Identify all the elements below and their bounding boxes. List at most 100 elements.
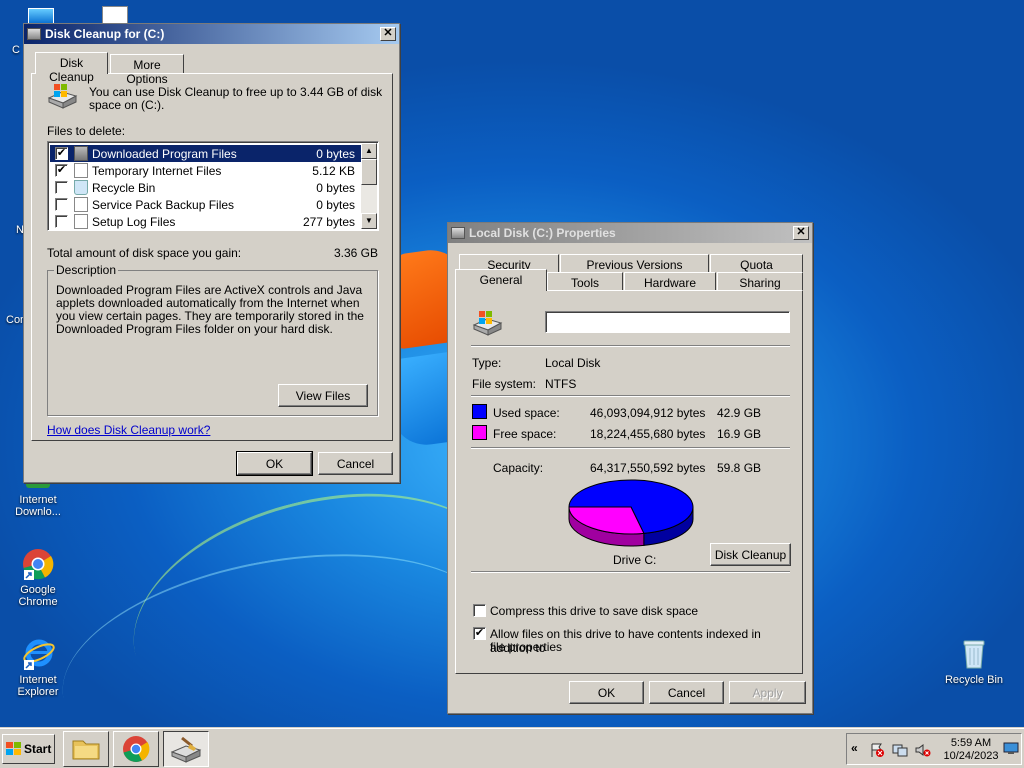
taskbar-chrome-button[interactable]: [113, 731, 159, 767]
desktop-icon-label: Explorer: [17, 686, 59, 698]
cancel-button[interactable]: Cancel: [318, 452, 393, 475]
dialog-title: Disk Cleanup for (C:): [45, 27, 165, 41]
separator: [471, 345, 790, 347]
document-icon: [74, 214, 88, 229]
desktop-icon-recycle-bin[interactable]: Recycle Bin: [936, 636, 1012, 686]
file-name: Setup Log Files: [92, 215, 176, 229]
desktop-icon-google-chrome[interactable]: Google Chrome: [0, 546, 76, 608]
file-name: Temporary Internet Files: [92, 164, 222, 178]
desktop-icon-label: Internet: [19, 674, 57, 686]
start-button[interactable]: Start: [2, 734, 55, 764]
files-listbox[interactable]: ✔ Downloaded Program Files 0 bytes ✔ Tem…: [47, 141, 379, 231]
list-item[interactable]: Setup Log Files 277 bytes: [50, 213, 361, 230]
apply-button[interactable]: Apply: [729, 681, 806, 704]
description-groupbox: Description Downloaded Program Files are…: [47, 263, 378, 416]
cancel-button[interactable]: Cancel: [649, 681, 724, 704]
tab-previous-versions[interactable]: Previous Versions: [560, 254, 709, 272]
volume-muted-icon[interactable]: [915, 742, 931, 758]
compress-label: Compress this drive to save disk space: [490, 604, 699, 618]
clock-date: 10/24/2023: [943, 750, 999, 762]
list-item[interactable]: Recycle Bin 0 bytes: [50, 179, 361, 196]
file-checkbox[interactable]: ✔: [55, 164, 68, 177]
show-desktop-icon[interactable]: [1003, 740, 1019, 756]
list-scrollbar[interactable]: ▲ ▼: [361, 143, 377, 229]
recycle-bin-icon: [956, 636, 992, 672]
view-files-button[interactable]: View Files: [278, 384, 368, 407]
file-checkbox[interactable]: [55, 181, 68, 194]
disk-cleanup-titlebar[interactable]: Disk Cleanup for (C:) ✕: [24, 24, 399, 44]
tab-label: General: [479, 273, 523, 287]
list-item[interactable]: ✔ Temporary Internet Files 5.12 KB: [50, 162, 361, 179]
type-label: Type:: [472, 356, 502, 370]
start-label: Start: [24, 742, 52, 756]
list-item[interactable]: Service Pack Backup Files 0 bytes: [50, 196, 361, 213]
drive-icon: [471, 309, 503, 337]
free-space-label: Free space:: [493, 427, 557, 441]
total-gain-label: Total amount of disk space you gain:: [47, 246, 242, 260]
close-button[interactable]: ✕: [793, 226, 809, 240]
close-button[interactable]: ✕: [380, 27, 396, 41]
network-icon[interactable]: [892, 742, 908, 758]
windows-flag-icon: [6, 742, 21, 755]
file-size: 0 bytes: [316, 147, 355, 161]
tab-hardware[interactable]: Hardware: [624, 272, 716, 290]
intro-text: You can use Disk Cleanup to free up to 3…: [89, 85, 383, 99]
type-value: Local Disk: [545, 356, 601, 370]
disk-usage-pie-chart: [568, 479, 694, 547]
system-tray: « 5:59 AM 10/24/2023: [846, 733, 1022, 765]
list-item[interactable]: ✔ Downloaded Program Files 0 bytes: [50, 145, 361, 162]
tab-general[interactable]: General: [455, 269, 547, 291]
taskbar-explorer-button[interactable]: [63, 731, 109, 767]
disk-cleanup-button[interactable]: Disk Cleanup: [710, 543, 791, 566]
files-to-delete-label: Files to delete:: [47, 124, 126, 138]
file-checkbox[interactable]: ✔: [55, 147, 68, 160]
file-size: 0 bytes: [316, 181, 355, 195]
scroll-down-icon[interactable]: ▼: [361, 213, 377, 229]
disk-properties-titlebar[interactable]: Local Disk (C:) Properties ✕: [448, 223, 812, 243]
file-name: Service Pack Backup Files: [92, 198, 235, 212]
internet-explorer-icon: [20, 636, 56, 672]
description-title: Description: [54, 263, 119, 277]
scroll-thumb[interactable]: [361, 159, 377, 185]
tab-quota[interactable]: Quota: [710, 254, 803, 272]
file-system-label: File system:: [472, 377, 537, 391]
scroll-up-icon[interactable]: ▲: [361, 143, 377, 159]
desktop-icon-internet-explorer[interactable]: Internet Explorer: [0, 636, 76, 698]
index-checkbox[interactable]: ✔: [473, 627, 486, 640]
tab-label: Previous Versions: [586, 258, 683, 272]
free-space-bytes: 18,224,455,680 bytes: [590, 427, 706, 441]
volume-label-input[interactable]: [545, 311, 790, 333]
free-space-color-swatch: [472, 425, 487, 440]
desktop-icon-label: Internet: [19, 494, 57, 506]
total-gain-value: 3.36 GB: [333, 246, 378, 260]
clock[interactable]: 5:59 AM 10/24/2023: [943, 737, 999, 763]
capacity-bytes: 64,317,550,592 bytes: [590, 461, 706, 475]
chrome-icon: [20, 546, 56, 582]
help-link[interactable]: How does Disk Cleanup work?: [47, 423, 210, 437]
used-space-bytes: 46,093,094,912 bytes: [590, 406, 706, 420]
tab-panel: Type: Local Disk File system: NTFS Used …: [455, 290, 803, 674]
compress-checkbox[interactable]: [473, 604, 486, 617]
document-icon: [74, 197, 88, 212]
file-checkbox[interactable]: [55, 215, 68, 228]
desktop-icon-label: Google Chrome: [18, 584, 58, 608]
chrome-icon: [123, 736, 150, 762]
action-center-icon[interactable]: [869, 742, 885, 758]
file-checkbox[interactable]: [55, 198, 68, 211]
ok-button[interactable]: OK: [236, 451, 313, 476]
taskbar-disk-cleanup-button[interactable]: [163, 731, 209, 767]
tab-label: Hardware: [643, 276, 697, 290]
tab-more-options[interactable]: More Options: [110, 54, 184, 86]
desktop-icon-label: Downlo...: [15, 506, 61, 518]
description-text: Downloaded Program Files are ActiveX con…: [56, 283, 364, 336]
disk-cleanup-icon: [170, 736, 202, 763]
taskbar: Start « 5:59 AM 10/24/2023: [0, 728, 1024, 768]
tab-disk-cleanup[interactable]: Disk Cleanup: [35, 52, 108, 84]
tab-label: Sharing: [739, 276, 781, 290]
tab-sharing[interactable]: Sharing: [717, 272, 803, 290]
index-label: file properties: [490, 640, 563, 654]
ok-button[interactable]: OK: [569, 681, 644, 704]
show-hidden-icons-button[interactable]: «: [851, 741, 858, 755]
file-size: 5.12 KB: [312, 164, 355, 178]
tab-tools[interactable]: Tools: [547, 272, 623, 290]
